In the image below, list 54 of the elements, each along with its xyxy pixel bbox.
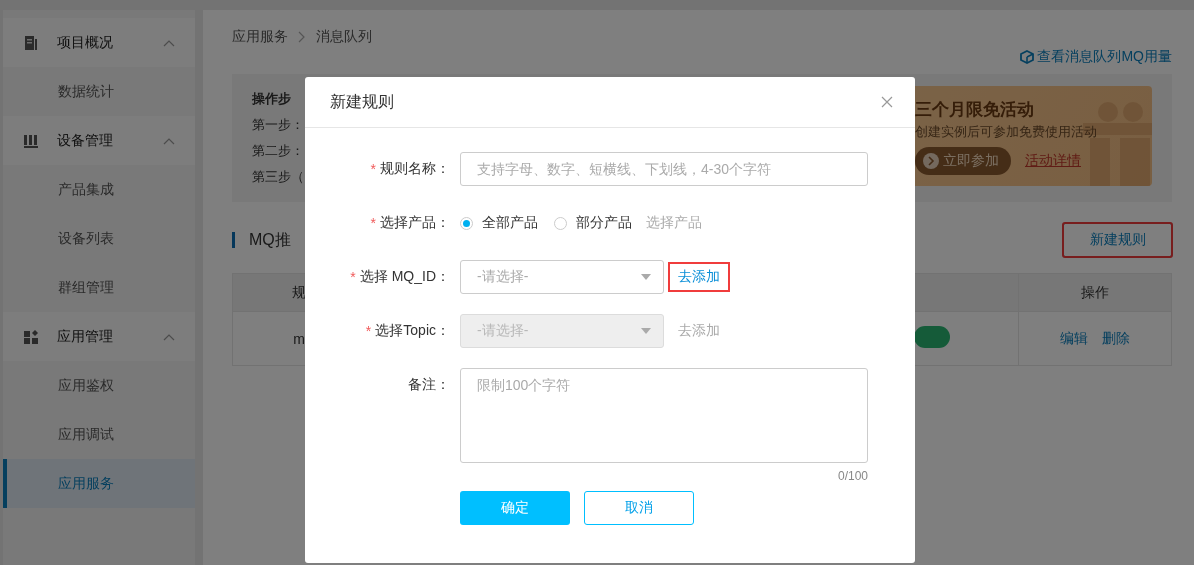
sidebar-item[interactable]: 群组管理 xyxy=(3,263,195,312)
sidebar-item[interactable]: 应用调试 xyxy=(3,410,195,459)
promo-title: 三个月限免活动 xyxy=(915,99,1035,121)
field-label: 备注： xyxy=(408,376,450,394)
required-mark: * xyxy=(370,215,376,231)
text-field[interactable]: 支持字母、数字、短横线、下划线，4-30个字符 xyxy=(460,152,868,186)
new-rule-button[interactable]: 新建规则 xyxy=(1063,223,1172,257)
document-icon xyxy=(23,34,39,51)
bars-icon xyxy=(23,132,39,149)
sidebar-item[interactable]: 应用服务 xyxy=(3,459,195,508)
group-label[interactable]: 设备管理 xyxy=(57,131,145,150)
option-label[interactable]: 全部产品 xyxy=(482,214,538,232)
option-label[interactable]: 部分产品 xyxy=(576,214,632,232)
steps-title: 操作步 xyxy=(252,90,292,108)
close-button[interactable] xyxy=(881,96,893,108)
caret-down-icon xyxy=(641,274,651,280)
add-link[interactable]: 去添加 xyxy=(668,262,730,292)
field-label: 规则名称： xyxy=(380,160,450,178)
cancel-button[interactable]: 取消 xyxy=(584,491,694,525)
field-label: 选择产品： xyxy=(380,214,450,232)
notes-field[interactable]: 限制100个字符 xyxy=(460,368,868,463)
sidebar-item[interactable]: 设备列表 xyxy=(3,214,195,263)
close-icon xyxy=(881,96,893,108)
group-label[interactable]: 项目概况 xyxy=(57,33,145,52)
step-text: 第三步（ xyxy=(252,168,304,186)
group-label[interactable]: 应用管理 xyxy=(57,327,145,346)
promo-text: 创建实例后可参加免费使用活动 xyxy=(915,123,1098,141)
column-header: 操作 xyxy=(1018,273,1172,312)
step-text: 第二步： xyxy=(252,142,304,160)
dropdown[interactable]: -请选择- xyxy=(460,260,664,294)
add-link: 去添加 xyxy=(677,321,721,340)
dialog-title: 新建规则 xyxy=(330,91,394,112)
sidebar-item[interactable]: 数据统计 xyxy=(3,67,195,116)
sidebar-item[interactable]: 应用鉴权 xyxy=(3,361,195,410)
cube-icon xyxy=(1020,50,1035,64)
sidebar-item[interactable]: 产品集成 xyxy=(3,165,195,214)
chevron-circle-icon xyxy=(923,153,939,169)
caret-down-icon xyxy=(641,328,651,334)
confirm-button[interactable]: 确定 xyxy=(460,491,570,525)
action-link[interactable]: 删除 xyxy=(1102,329,1130,346)
required-mark: * xyxy=(365,323,372,339)
breadcrumb-item[interactable]: 应用服务 xyxy=(232,28,288,46)
character-counter: 0/100 xyxy=(837,469,868,483)
action-link[interactable]: 编辑 xyxy=(1060,329,1088,346)
breadcrumb-item: 消息队列 xyxy=(316,28,372,46)
details-link[interactable]: 活动详情 xyxy=(1025,152,1081,170)
usage-link[interactable]: 查看消息队列MQ用量 xyxy=(1037,48,1172,66)
required-mark: * xyxy=(370,161,376,177)
select-link: 选择产品 xyxy=(645,213,703,232)
chevron-right-icon xyxy=(298,31,306,43)
tiles-icon xyxy=(23,328,39,345)
section-title: MQ推 xyxy=(249,229,291,250)
join-button[interactable]: 立即参加 xyxy=(915,147,1011,175)
field-label: 选择Topic： xyxy=(375,322,450,340)
